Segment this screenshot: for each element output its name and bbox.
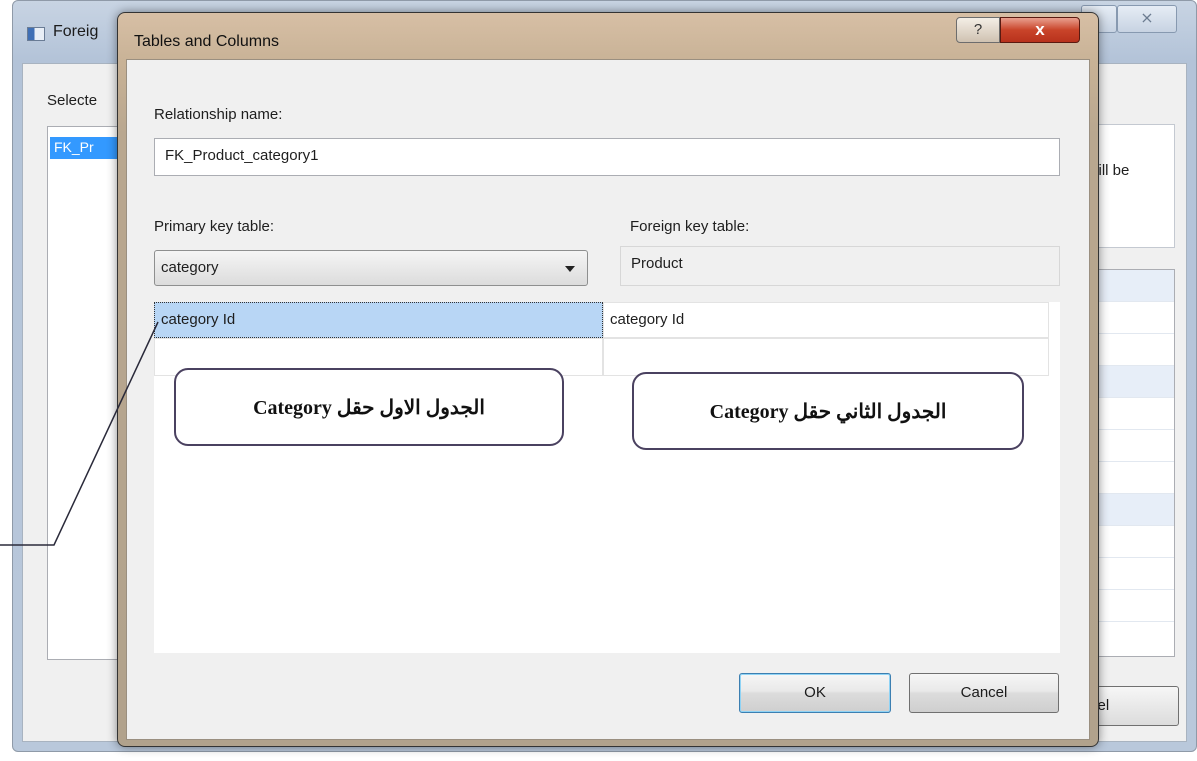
foreign-column-cell[interactable] [603,338,1049,376]
relationship-name-label: Relationship name: [154,106,283,123]
relationship-name-input[interactable]: FK_Product_category1 [154,138,1060,176]
dialog-close-button[interactable]: x [1000,17,1080,43]
foreign-key-table-field: Product [620,246,1060,286]
close-icon: x [1035,20,1045,39]
app-window-icon [27,27,45,41]
column-mapping-grid[interactable]: category Id category Id الجدول الاول حقل… [154,302,1060,653]
background-window-title: Foreig [53,23,99,40]
dialog-title: Tables and Columns [134,33,279,50]
primary-key-table-label: Primary key table: [154,218,275,235]
close-icon: ⨯ [1140,10,1154,27]
foreign-key-table-label: Foreign key table: [630,218,750,235]
cancel-button[interactable]: Cancel [909,673,1059,713]
chevron-down-icon [565,266,575,272]
primary-field-callout: الجدول الاول حقل Category [174,368,564,446]
primary-key-table-select[interactable]: category [154,250,588,286]
help-button[interactable]: ? [956,17,1000,43]
primary-column-cell[interactable]: category Id [154,302,603,338]
foreign-field-callout: الجدول الثاني حقل Category [632,372,1024,450]
background-close-button[interactable]: ⨯ [1117,5,1177,33]
ok-button[interactable]: OK [739,673,891,713]
primary-key-table-value: category [161,259,219,276]
dialog-client-area: Relationship name: FK_Product_category1 … [126,59,1090,740]
foreign-column-cell[interactable]: category Id [603,302,1049,338]
help-icon: ? [973,21,983,38]
tables-and-columns-dialog: Tables and Columns ? x Relationship name… [117,12,1099,747]
selected-relationship-label: Selecte [47,92,98,109]
